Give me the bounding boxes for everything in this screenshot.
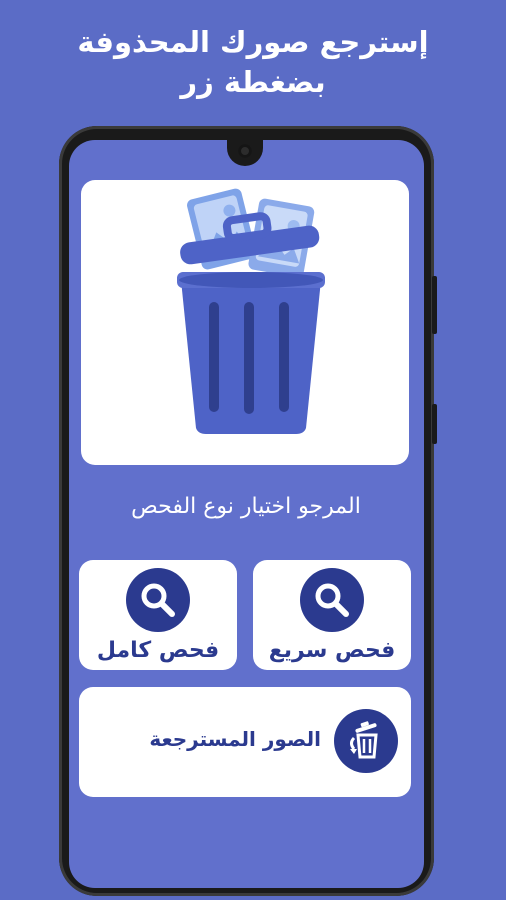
scan-type-prompt: المرجو اختيار نوع الفحص [131, 494, 361, 519]
recovered-photos-label: الصور المسترجعة [149, 727, 321, 751]
front-camera-icon [238, 144, 252, 158]
trash-bin-with-photos-icon [177, 188, 325, 434]
quick-scan-label: فحص سريع [268, 638, 396, 663]
restore-trash-icon [350, 721, 378, 759]
recovered-icon-circle [334, 709, 398, 773]
recovered-photos-button[interactable]: الصور المسترجعة [79, 687, 411, 797]
full-scan-label: فحص كامل [96, 638, 220, 663]
hero-card [81, 180, 409, 465]
magnifier-icon [315, 583, 349, 617]
power-button [432, 404, 437, 444]
full-scan-button[interactable]: فحص كامل [79, 560, 237, 670]
full-scan-icon-circle [126, 568, 190, 632]
promo-headline: إسترجع صورك المحذوفة بضغطة زر [0, 22, 506, 102]
promo-headline-line2: بضغطة زر [180, 65, 326, 99]
quick-scan-icon-circle [300, 568, 364, 632]
volume-button [432, 276, 437, 334]
promo-headline-line1: إسترجع صورك المحذوفة [77, 25, 429, 59]
magnifier-icon [141, 583, 175, 617]
quick-scan-button[interactable]: فحص سريع [253, 560, 411, 670]
